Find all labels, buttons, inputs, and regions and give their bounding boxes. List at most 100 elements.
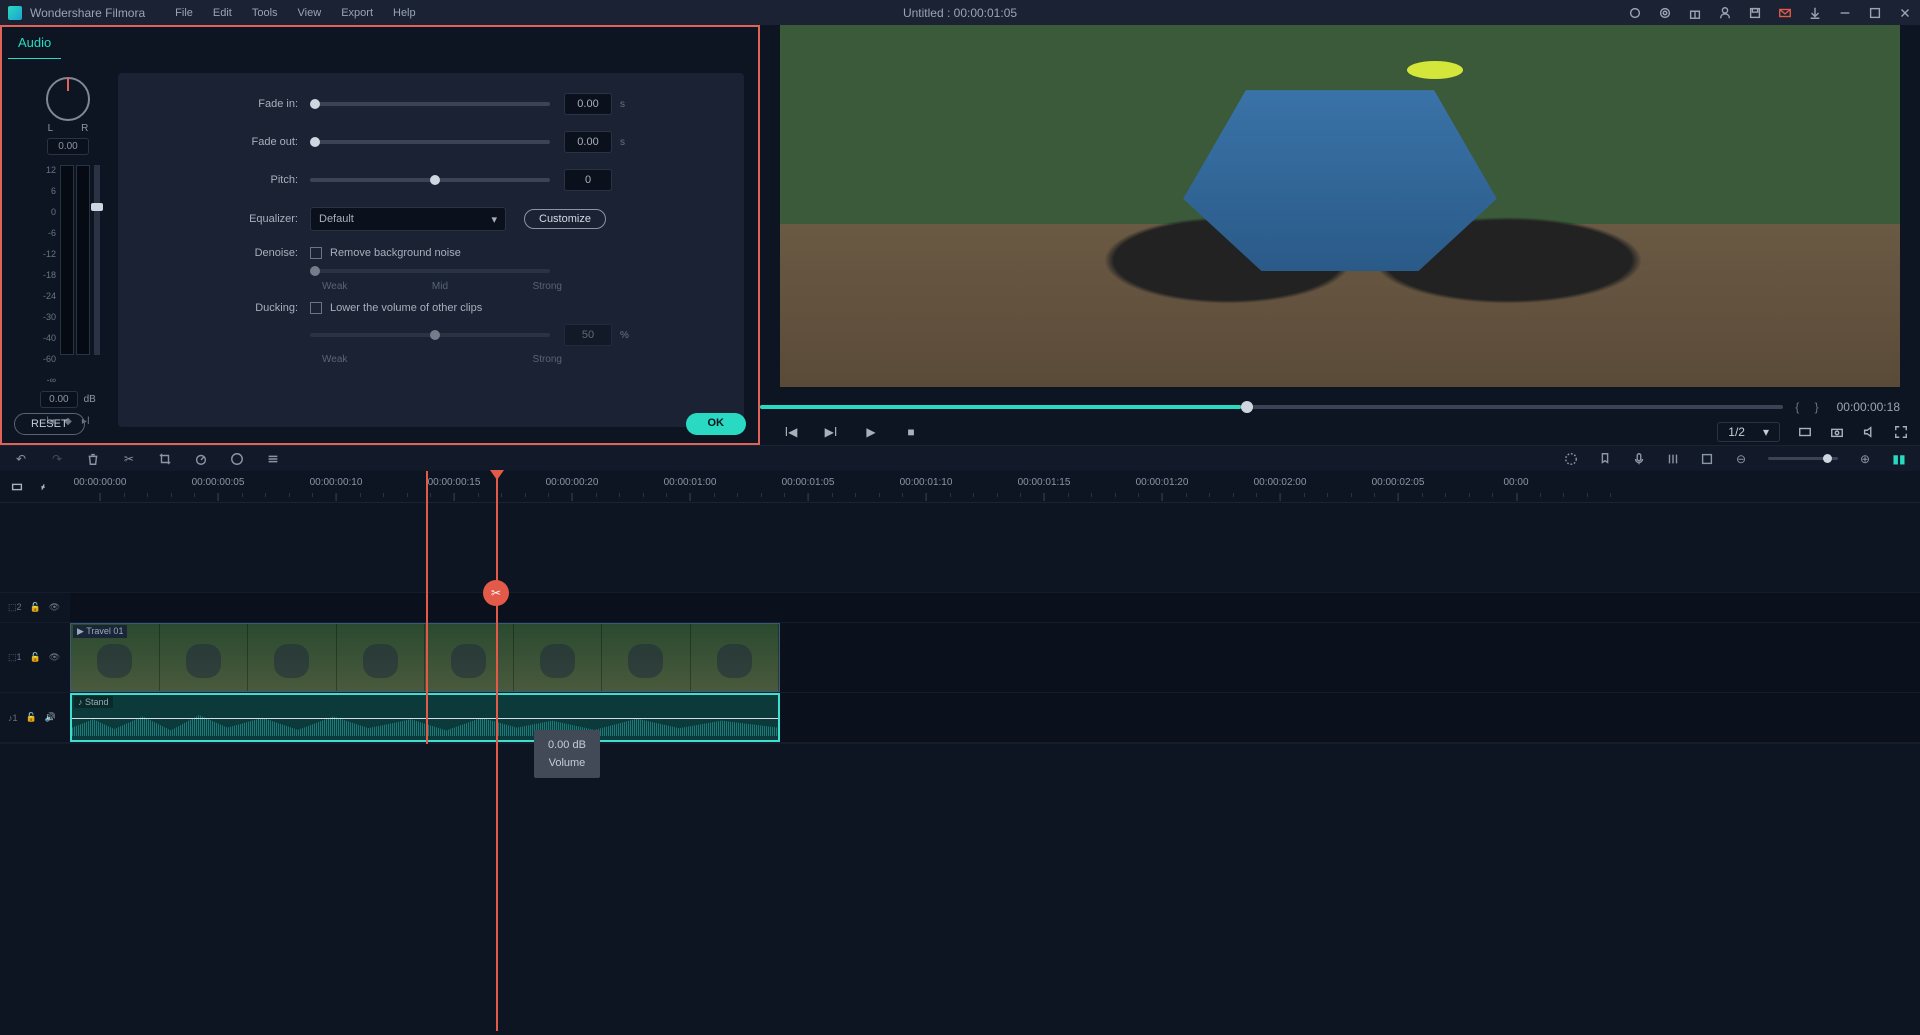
fade-out-slider[interactable] — [310, 140, 550, 144]
ducking-value[interactable]: 50 — [564, 324, 612, 346]
ducking-checkbox[interactable] — [310, 302, 322, 314]
speaker-icon[interactable]: 🔊 — [45, 712, 56, 723]
pitch-slider[interactable] — [310, 178, 550, 182]
zoom-fit-icon[interactable]: ▮▮ — [1892, 452, 1906, 466]
project-title: Untitled : 00:00:01:05 — [903, 6, 1017, 20]
account-icon[interactable] — [1718, 6, 1732, 20]
minimize-icon[interactable] — [1838, 6, 1852, 20]
message-icon[interactable] — [1778, 6, 1792, 20]
chevron-down-icon: ▾ — [1763, 425, 1769, 439]
level-meter-l — [60, 165, 74, 355]
mark-in-out[interactable]: { } — [1795, 400, 1824, 414]
denoise-slider[interactable] — [310, 269, 550, 273]
preview-panel: { } 00:00:00:18 Ⅰ◀ ▶Ⅰ ▶ ■ 1/2▾ — [760, 25, 1920, 445]
equalizer-select[interactable]: Default▾ — [310, 207, 506, 231]
track-size-icon[interactable] — [1700, 452, 1714, 466]
timeline-toolbar: ↶ ↷ ✂ ⊖ ⊕ ▮▮ — [0, 445, 1920, 471]
db-unit: dB — [84, 394, 96, 405]
ducking-slider[interactable] — [310, 333, 550, 337]
level-meter-r — [76, 165, 90, 355]
pitch-value[interactable]: 0 — [564, 169, 612, 191]
video-clip[interactable]: ▶ Travel 01 — [70, 623, 780, 692]
db-scale: 1260-6-12-18-24-30-40-60-∞ — [36, 165, 56, 385]
split-icon[interactable]: ✂ — [122, 452, 136, 466]
save-icon[interactable] — [1748, 6, 1762, 20]
denoise-checkbox[interactable] — [310, 247, 322, 259]
fullscreen-icon[interactable] — [1894, 425, 1908, 439]
fade-out-value[interactable]: 0.00 — [564, 131, 612, 153]
settings-icon[interactable] — [1628, 6, 1642, 20]
menu-view[interactable]: View — [298, 7, 322, 19]
color-icon[interactable] — [230, 452, 244, 466]
volume-fader[interactable] — [94, 165, 100, 355]
pan-knob[interactable] — [46, 77, 90, 121]
fade-in-value[interactable]: 0.00 — [564, 93, 612, 115]
play-icon[interactable]: ▶ — [864, 425, 878, 439]
fade-in-slider[interactable] — [310, 102, 550, 106]
eye-icon[interactable]: 👁 — [49, 652, 60, 663]
equalizer-label: Equalizer: — [140, 213, 310, 225]
pitch-label: Pitch: — [140, 174, 310, 186]
lock-icon[interactable]: 🔓 — [30, 602, 41, 613]
quality-icon[interactable] — [1798, 425, 1812, 439]
render-icon[interactable] — [1564, 452, 1578, 466]
maximize-icon[interactable] — [1868, 6, 1882, 20]
link-icon[interactable] — [36, 480, 50, 494]
delete-icon[interactable] — [86, 452, 100, 466]
video-track[interactable]: ⬚1🔓👁 ▶ Travel 01 — [0, 623, 1920, 693]
playhead[interactable] — [426, 471, 428, 744]
main-menu: File Edit Tools View Export Help — [175, 7, 415, 19]
gift-icon[interactable] — [1688, 6, 1702, 20]
menu-help[interactable]: Help — [393, 7, 416, 19]
crop-icon[interactable] — [158, 452, 172, 466]
audio-panel: Audio LR 0.00 1260-6-12-18-24-30-40-60-∞… — [0, 25, 760, 445]
denoise-label: Denoise: — [140, 247, 310, 259]
audio-clip[interactable]: ♪ Stand — [70, 693, 780, 742]
audio-tab[interactable]: Audio — [8, 27, 61, 59]
menu-export[interactable]: Export — [341, 7, 373, 19]
menu-edit[interactable]: Edit — [213, 7, 232, 19]
download-icon[interactable] — [1808, 6, 1822, 20]
prev-frame-icon[interactable]: Ⅰ◀ — [784, 425, 798, 439]
support-icon[interactable] — [1658, 6, 1672, 20]
auto-ripple-icon[interactable] — [10, 480, 24, 494]
redo-icon[interactable]: ↷ — [50, 452, 64, 466]
marker-icon[interactable] — [1598, 452, 1612, 466]
snapshot-icon[interactable] — [1830, 425, 1844, 439]
voiceover-icon[interactable] — [1632, 452, 1646, 466]
meter-value: 0.00 — [40, 391, 77, 408]
chevron-down-icon: ▾ — [491, 213, 497, 226]
split-handle-icon[interactable]: ✂ — [483, 580, 509, 606]
preview-scale-select[interactable]: 1/2▾ — [1717, 422, 1780, 442]
overlay-track[interactable]: ⬚2🔓👁 — [0, 593, 1920, 623]
mixer-icon[interactable] — [1666, 452, 1680, 466]
speed-icon[interactable] — [194, 452, 208, 466]
volume-icon[interactable] — [1862, 425, 1876, 439]
menu-tools[interactable]: Tools — [252, 7, 278, 19]
playback-progress[interactable] — [760, 405, 1783, 409]
playhead-line[interactable] — [496, 471, 498, 1031]
playhead-marker-icon[interactable] — [490, 470, 504, 480]
stop-icon[interactable]: ■ — [904, 425, 918, 439]
fade-in-label: Fade in: — [140, 98, 310, 110]
title-bar: Wondershare Filmora File Edit Tools View… — [0, 0, 1920, 25]
timeline-ruler[interactable]: 00:00:00:0000:00:00:0500:00:00:1000:00:0… — [0, 471, 1920, 503]
lock-icon[interactable]: 🔓 — [30, 652, 41, 663]
adjust-icon[interactable] — [266, 452, 280, 466]
step-back-icon[interactable]: ▶Ⅰ — [824, 425, 838, 439]
customize-button[interactable]: Customize — [524, 209, 606, 229]
preview-viewport — [780, 25, 1900, 387]
zoom-out-icon[interactable]: ⊖ — [1734, 452, 1748, 466]
lock-icon[interactable]: 🔓 — [26, 712, 37, 723]
duration-display: 00:00:00:18 — [1837, 400, 1900, 414]
close-icon[interactable] — [1898, 6, 1912, 20]
eye-icon[interactable]: 👁 — [49, 602, 60, 613]
audio-track[interactable]: ♪1🔓🔊 ♪ Stand — [0, 693, 1920, 743]
zoom-slider[interactable] — [1768, 457, 1838, 460]
reset-button[interactable]: RESET — [14, 413, 85, 435]
denoise-chk-label: Remove background noise — [330, 247, 461, 259]
menu-file[interactable]: File — [175, 7, 193, 19]
zoom-in-icon[interactable]: ⊕ — [1858, 452, 1872, 466]
ok-button[interactable]: OK — [686, 413, 747, 435]
undo-icon[interactable]: ↶ — [14, 452, 28, 466]
